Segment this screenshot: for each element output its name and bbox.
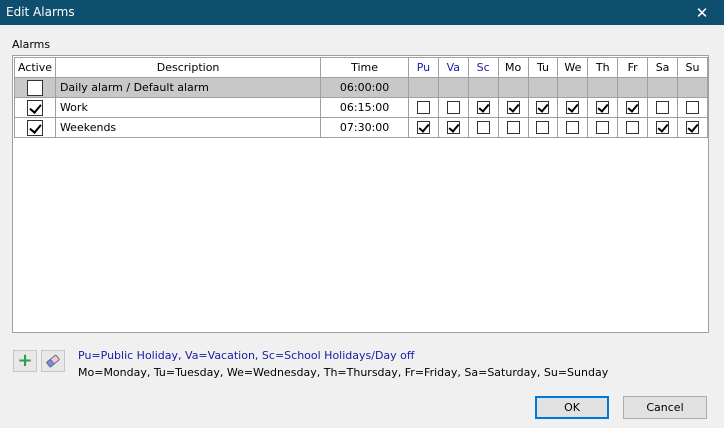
- alarms-grid: Active Description Time Pu Va Sc Mo Tu We Th Fr…: [12, 55, 709, 333]
- day-cell-su: [677, 77, 708, 98]
- column-header-sa[interactable]: Sa: [647, 57, 678, 78]
- time-cell[interactable]: 06:00:00: [320, 77, 409, 98]
- column-header-fr[interactable]: Fr: [617, 57, 649, 78]
- day-cell-fr: [617, 97, 649, 118]
- table-row[interactable]: Daily alarm / Default alarm 06:00:00: [14, 77, 708, 98]
- active-cell: [14, 117, 56, 138]
- day-cell-we: [557, 97, 589, 118]
- active-checkbox[interactable]: [26, 79, 43, 96]
- close-icon[interactable]: ✕: [680, 0, 724, 25]
- column-header-pu[interactable]: Pu: [407, 57, 439, 78]
- column-header-su[interactable]: Su: [677, 57, 708, 78]
- day-checkbox-sc[interactable]: [476, 121, 490, 135]
- day-cell-tu: [527, 97, 559, 118]
- day-checkbox-tu[interactable]: [536, 121, 550, 135]
- legend-weekdays: Mo=Monday, Tu=Tuesday, We=Wednesday, Th=…: [78, 366, 609, 379]
- day-cell-tu: [527, 117, 559, 138]
- day-checkbox-fr[interactable]: [626, 121, 640, 135]
- day-checkbox-th[interactable]: [596, 121, 610, 135]
- day-checkbox-va[interactable]: [446, 101, 460, 115]
- day-cell-mo: [497, 97, 529, 118]
- day-cell-sc: [467, 97, 499, 118]
- remove-alarm-button[interactable]: [41, 350, 65, 372]
- day-cell-va: [437, 117, 469, 138]
- day-cell-su: [677, 97, 708, 118]
- day-checkbox-tu[interactable]: [536, 101, 550, 115]
- day-checkbox-pu[interactable]: [416, 101, 430, 115]
- ok-button[interactable]: OK: [535, 396, 609, 419]
- day-cell-su: [677, 117, 708, 138]
- column-header-active[interactable]: Active: [14, 57, 56, 78]
- column-header-sc[interactable]: Sc: [467, 57, 499, 78]
- day-cell-we: [557, 77, 589, 98]
- day-cell-pu: [407, 77, 439, 98]
- day-cell-va: [437, 77, 469, 98]
- day-cell-sa: [647, 117, 678, 138]
- day-cell-mo: [497, 117, 529, 138]
- active-checkbox[interactable]: [26, 99, 43, 116]
- time-cell[interactable]: 06:15:00: [320, 97, 409, 118]
- column-header-we[interactable]: We: [557, 57, 589, 78]
- day-checkbox-sc[interactable]: [476, 101, 490, 115]
- day-cell-fr: [617, 117, 649, 138]
- time-cell[interactable]: 07:30:00: [320, 117, 409, 138]
- alarms-group-label: Alarms: [12, 38, 51, 51]
- column-header-va[interactable]: Va: [437, 57, 469, 78]
- title-bar: Edit Alarms ✕: [0, 0, 724, 25]
- alarms-table: Active Description Time Pu Va Sc Mo Tu We Th Fr…: [14, 57, 708, 138]
- plus-icon: +: [17, 350, 33, 371]
- add-alarm-button[interactable]: +: [13, 350, 37, 372]
- window-title: Edit Alarms: [6, 5, 75, 19]
- day-checkbox-sa[interactable]: [656, 101, 670, 115]
- day-cell-va: [437, 97, 469, 118]
- active-cell: [14, 77, 56, 98]
- column-header-th[interactable]: Th: [587, 57, 619, 78]
- active-checkbox[interactable]: [26, 119, 43, 136]
- day-cell-mo: [497, 77, 529, 98]
- cancel-button[interactable]: Cancel: [623, 396, 707, 419]
- table-row[interactable]: Weekends 07:30:00: [14, 117, 708, 138]
- day-cell-pu: [407, 117, 439, 138]
- description-cell[interactable]: Daily alarm / Default alarm: [54, 77, 322, 98]
- day-cell-sa: [647, 97, 678, 118]
- day-cell-we: [557, 117, 589, 138]
- day-checkbox-pu[interactable]: [416, 121, 430, 135]
- day-checkbox-mo[interactable]: [506, 121, 520, 135]
- day-checkbox-sa[interactable]: [656, 121, 670, 135]
- column-header-time[interactable]: Time: [320, 57, 409, 78]
- day-cell-th: [587, 77, 619, 98]
- day-cell-th: [587, 97, 619, 118]
- day-checkbox-fr[interactable]: [626, 101, 640, 115]
- eraser-icon: [46, 354, 60, 368]
- day-checkbox-su[interactable]: [686, 101, 699, 115]
- day-cell-pu: [407, 97, 439, 118]
- day-cell-tu: [527, 77, 559, 98]
- day-cell-fr: [617, 77, 649, 98]
- day-checkbox-su[interactable]: [686, 121, 699, 135]
- day-checkbox-th[interactable]: [596, 101, 610, 115]
- column-header-tu[interactable]: Tu: [527, 57, 559, 78]
- active-cell: [14, 97, 56, 118]
- day-cell-th: [587, 117, 619, 138]
- table-row[interactable]: Work 06:15:00: [14, 97, 708, 118]
- day-checkbox-va[interactable]: [446, 121, 460, 135]
- table-header-row: Active Description Time Pu Va Sc Mo Tu We Th Fr…: [14, 57, 708, 78]
- day-checkbox-mo[interactable]: [506, 101, 520, 115]
- day-cell-sc: [467, 117, 499, 138]
- column-header-description[interactable]: Description: [54, 57, 322, 78]
- description-cell[interactable]: Weekends: [54, 117, 322, 138]
- day-cell-sc: [467, 77, 499, 98]
- day-cell-sa: [647, 77, 678, 98]
- column-header-mo[interactable]: Mo: [497, 57, 529, 78]
- day-checkbox-we[interactable]: [566, 121, 580, 135]
- description-cell[interactable]: Work: [54, 97, 322, 118]
- legend-special-days: Pu=Public Holiday, Va=Vacation, Sc=Schoo…: [78, 349, 415, 362]
- day-checkbox-we[interactable]: [566, 101, 580, 115]
